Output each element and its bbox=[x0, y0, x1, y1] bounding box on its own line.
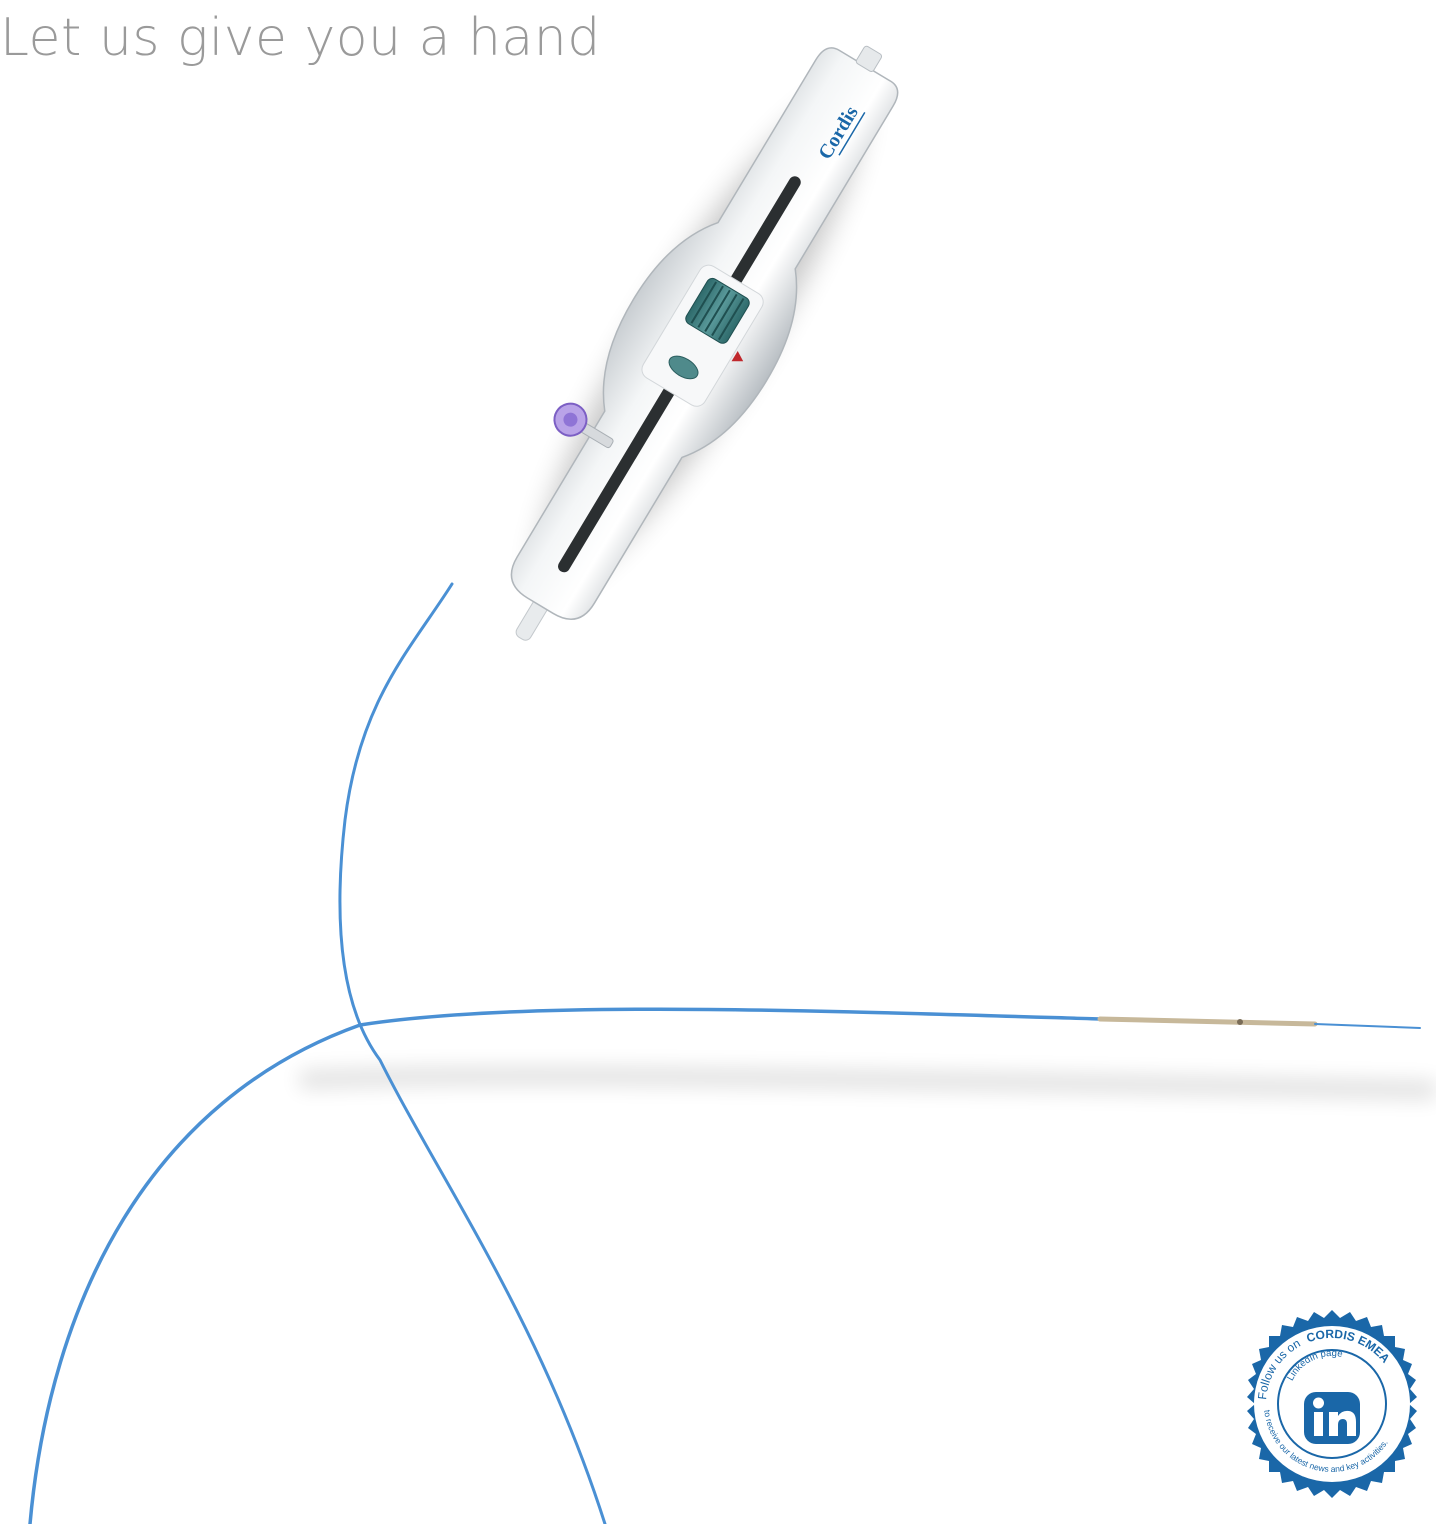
catheter-tube-upper bbox=[338, 582, 607, 1524]
catheter-distal-tip bbox=[1314, 1023, 1421, 1029]
catheter-illustration: Cordis bbox=[28, 45, 1436, 1524]
catheter-tube bbox=[28, 582, 1421, 1524]
badge-graphic: Follow us on CORDIS EMEA to receive our … bbox=[1247, 1310, 1417, 1498]
sheath-marker bbox=[1237, 1019, 1243, 1025]
linkedin-icon bbox=[1304, 1392, 1360, 1444]
catheter-shadow bbox=[299, 1066, 1436, 1099]
catheter-tip-sheath bbox=[1097, 1016, 1318, 1027]
linkedin-follow-badge[interactable]: Follow us on CORDIS EMEA to receive our … bbox=[1236, 1308, 1428, 1500]
catheter-handle: Cordis bbox=[510, 45, 899, 641]
